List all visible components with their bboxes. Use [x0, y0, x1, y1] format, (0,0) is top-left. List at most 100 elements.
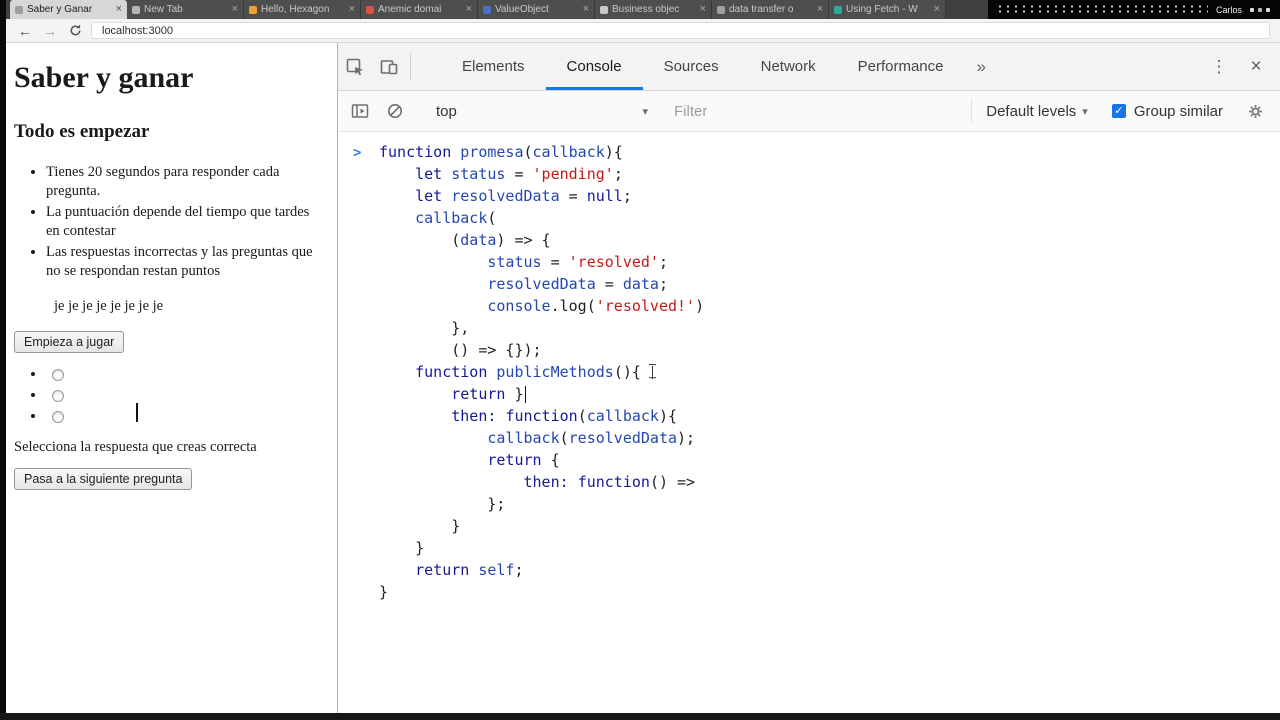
code-token: 'resolved' [568, 253, 659, 271]
context-selector[interactable]: top ▾ [436, 103, 648, 120]
tab-favicon [834, 5, 842, 14]
tab-title: Business objec [612, 4, 680, 15]
browser-tab[interactable]: Hello, Hexagon × [244, 0, 361, 19]
code-token: } [379, 583, 389, 601]
code-token: function [379, 143, 452, 161]
console-code-line: } [379, 581, 1280, 603]
browser-tab[interactable]: data transfer o × [712, 0, 829, 19]
devtools-tab-strip: Elements Console Sources Network Performance [441, 43, 965, 90]
devtools-tab-network[interactable]: Network [740, 43, 837, 90]
answer-radio-button[interactable] [52, 410, 64, 423]
system-status-panel: Carlos [988, 0, 1280, 19]
console-code-line: } [379, 515, 1280, 537]
code-token: null [586, 187, 623, 205]
tab-favicon [600, 5, 608, 14]
code-token: then: [451, 407, 497, 425]
tab-close-icon[interactable]: × [466, 4, 472, 15]
tab-close-icon[interactable]: × [583, 4, 589, 15]
console-code-line: let resolvedData = null; [379, 185, 1280, 207]
tab-title: Using Fetch - W [846, 4, 918, 15]
code-token: resolvedData [451, 187, 560, 205]
browser-tab[interactable]: Business objec × [595, 0, 712, 19]
console-code-line: () => {}); [379, 339, 1280, 361]
code-token: ); [677, 429, 696, 447]
back-icon[interactable]: ← [16, 22, 34, 40]
answer-radio-button[interactable] [52, 368, 64, 381]
tab-close-icon[interactable]: × [116, 4, 122, 15]
device-toolbar-icon[interactable] [372, 43, 406, 90]
console-code-line: } [379, 537, 1280, 559]
console-sidebar-icon[interactable] [350, 101, 370, 121]
page-subtitle: Todo es empezar [14, 121, 150, 142]
code-token: } [379, 539, 425, 557]
code-token: return [451, 385, 506, 403]
tab-close-icon[interactable]: × [934, 4, 940, 15]
browser-window: Saber y Ganar × New Tab × Hello, Hexagon × Ane… [6, 0, 1280, 713]
clear-console-icon[interactable] [385, 102, 405, 120]
log-levels-label: Default levels [986, 102, 1077, 120]
answer-radio-button[interactable] [52, 389, 64, 402]
inspect-element-icon[interactable] [338, 43, 372, 90]
system-tray-icons[interactable] [1250, 6, 1272, 14]
tab-close-icon[interactable]: × [349, 4, 355, 15]
code-token: status [487, 253, 542, 271]
console-filter-input[interactable] [674, 102, 958, 120]
browser-tab[interactable]: Using Fetch - W × [829, 0, 946, 19]
console-settings-gear-icon[interactable] [1245, 103, 1265, 120]
devtools-tab-elements[interactable]: Elements [441, 43, 546, 90]
address-bar[interactable]: localhost:3000 [91, 22, 1270, 39]
console-output[interactable]: > function promesa(callback){ let status… [338, 132, 1280, 713]
next-question-button[interactable]: Pasa a la siguiente pregunta [14, 468, 193, 491]
content-area: Saber y ganar Todo es empezar Tienes 20 … [6, 43, 1280, 713]
tab-favicon [366, 5, 374, 14]
code-token: function [415, 363, 488, 381]
tab-close-icon[interactable]: × [817, 4, 823, 15]
browser-tab[interactable]: Saber y Ganar × [10, 0, 127, 19]
code-token: callback [487, 429, 560, 447]
tab-favicon [249, 5, 257, 14]
browser-tab[interactable]: Anemic domai × [361, 0, 478, 19]
code-token: ( [379, 231, 461, 249]
code-token: }, [379, 319, 470, 337]
code-token: callback [586, 407, 659, 425]
log-levels-dropdown[interactable]: Default levels ▾ [986, 103, 1088, 120]
group-similar-checkbox[interactable]: ✓ [1111, 104, 1126, 118]
text-caret [524, 385, 527, 403]
code-token: ) [695, 297, 705, 315]
code-token: ( [523, 143, 533, 161]
code-token: self [478, 561, 515, 579]
console-code-line: then: function(callback){ [379, 405, 1280, 427]
code-token: let [415, 187, 443, 205]
console-code-line: console.log('resolved!') [379, 295, 1280, 317]
console-code-line: let status = 'pending'; [379, 163, 1280, 185]
tab-strip: Saber y Ganar × New Tab × Hello, Hexagon × Ane… [6, 0, 946, 19]
forward-icon[interactable]: → [41, 22, 59, 40]
devtools-tab-performance[interactable]: Performance [837, 43, 965, 90]
tab-close-icon[interactable]: × [232, 4, 238, 15]
more-panels-button[interactable]: » [965, 43, 998, 90]
devtools-tab-sources[interactable]: Sources [643, 43, 740, 90]
browser-tab[interactable]: ValueObject × [478, 0, 595, 19]
refresh-icon[interactable] [66, 22, 84, 40]
devtools-tab-console[interactable]: Console [546, 43, 643, 90]
code-token: callback [532, 143, 605, 161]
context-selector-value: top [436, 102, 457, 120]
code-token: = [505, 165, 533, 183]
tab-close-icon[interactable]: × [700, 4, 706, 15]
devtools-menu-icon[interactable]: ⋮ [1202, 43, 1236, 90]
text-caret [136, 403, 138, 422]
devtools-close-icon[interactable]: × [1236, 43, 1276, 90]
page-title: Saber y ganar [14, 61, 194, 94]
browser-tab[interactable]: New Tab × [127, 0, 244, 19]
start-game-button[interactable]: Empieza a jugar [14, 331, 125, 354]
code-token: return [487, 451, 542, 469]
code-token: console [487, 297, 551, 315]
